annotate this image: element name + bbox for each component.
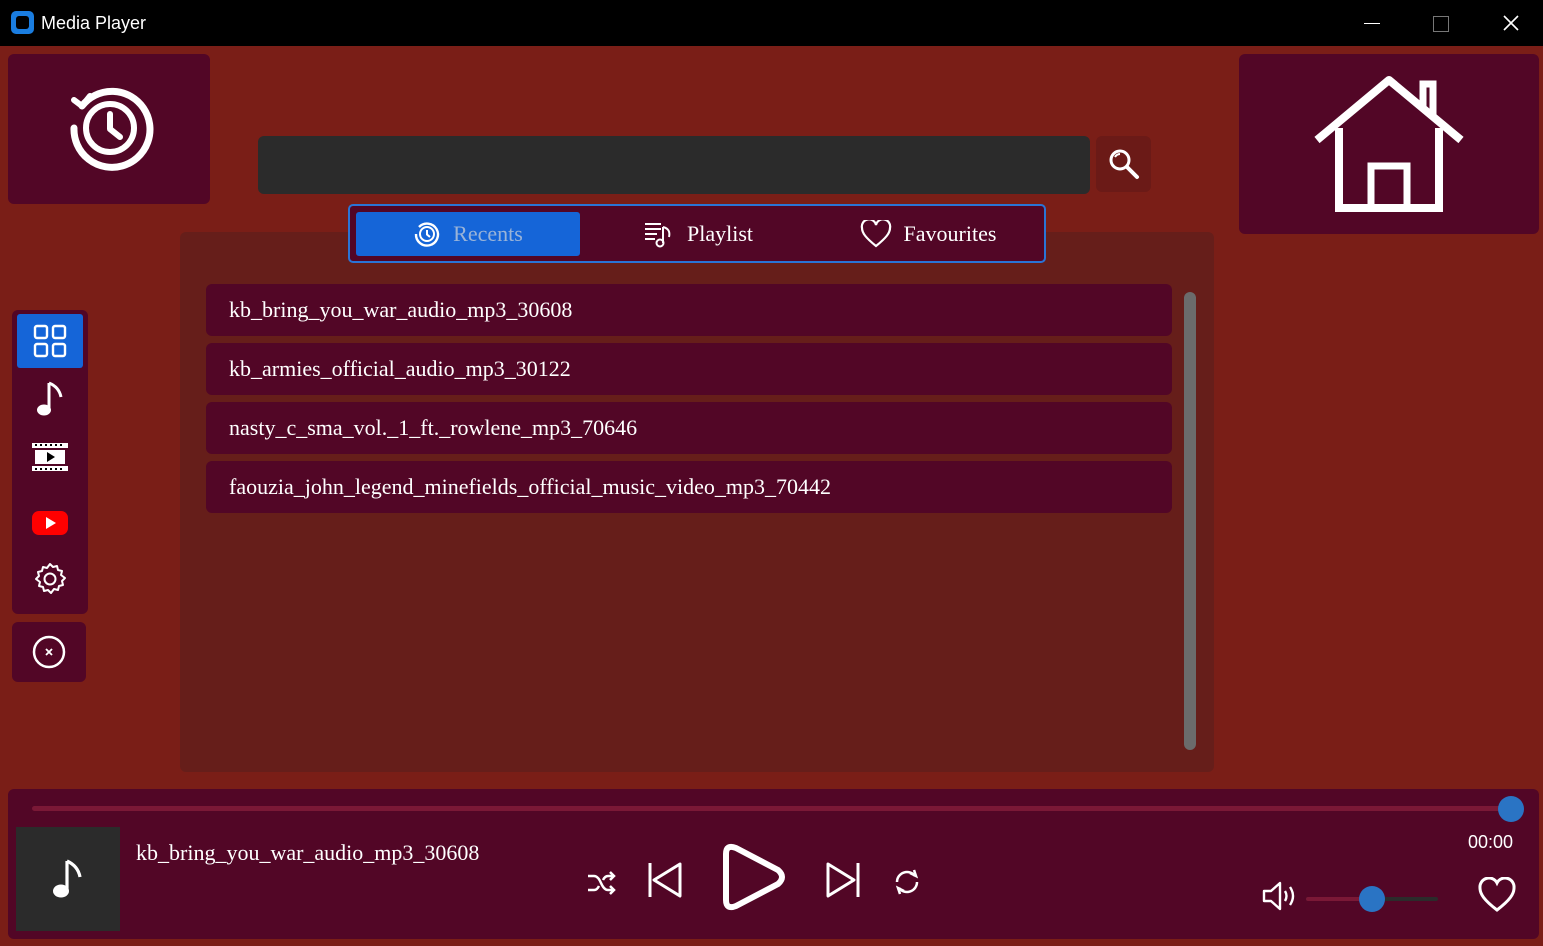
close-icon <box>1503 15 1519 31</box>
tab-recents-label: Recents <box>453 221 523 246</box>
tab-recents[interactable]: Recents <box>356 212 580 256</box>
tab-bar: Recents Playlist Favourites <box>348 204 1046 263</box>
tab-playlist[interactable]: Playlist <box>586 212 810 256</box>
music-note-icon <box>37 381 63 416</box>
track-title: kb_bring_you_war_audio_mp3_30608 <box>229 297 573 322</box>
volume-handle[interactable] <box>1359 886 1385 912</box>
repeat-button[interactable] <box>890 866 924 898</box>
album-art <box>16 827 120 931</box>
close-circle-icon <box>32 635 66 669</box>
play-icon <box>723 843 785 911</box>
repeat-icon <box>895 869 919 895</box>
exit-button[interactable] <box>12 622 86 682</box>
sidebar-item-youtube[interactable] <box>17 496 83 550</box>
film-icon <box>32 443 68 471</box>
sidebar-item-dashboard[interactable] <box>17 314 83 368</box>
recent-history-button[interactable] <box>8 54 210 204</box>
close-button[interactable] <box>1476 0 1543 46</box>
gear-icon <box>35 563 66 594</box>
skip-next-icon <box>826 862 860 898</box>
title-bar: Media Player <box>0 0 1543 46</box>
track-title: nasty_c_sma_vol._1_ft._rowlene_mp3_70646 <box>229 415 638 440</box>
history-icon <box>70 87 154 171</box>
play-button[interactable] <box>716 838 790 916</box>
seek-handle[interactable] <box>1498 796 1524 822</box>
grid-icon <box>33 324 67 358</box>
sidebar-item-video[interactable] <box>17 430 83 484</box>
sidebar-item-settings[interactable] <box>17 552 83 606</box>
track-title: kb_armies_official_audio_mp3_30122 <box>229 356 571 381</box>
previous-button[interactable] <box>644 858 686 902</box>
playlist-icon <box>644 223 671 248</box>
list-item[interactable]: kb_bring_you_war_audio_mp3_30608 <box>206 284 1172 336</box>
maximize-button[interactable] <box>1406 0 1476 46</box>
tab-favourites-label: Favourites <box>903 221 997 246</box>
seek-bar[interactable] <box>32 806 1510 811</box>
volume-icon <box>1262 881 1295 911</box>
favourite-button[interactable] <box>1476 876 1518 914</box>
next-button[interactable] <box>822 858 864 902</box>
time-display: 00:00 <box>1468 832 1514 852</box>
home-icon <box>1314 76 1464 212</box>
history-icon <box>414 222 440 247</box>
youtube-icon <box>32 511 68 535</box>
search-input[interactable] <box>258 136 1090 194</box>
list-item[interactable]: nasty_c_sma_vol._1_ft._rowlene_mp3_70646 <box>206 402 1172 454</box>
search-icon <box>1109 149 1139 179</box>
sidebar-item-music[interactable] <box>17 372 83 426</box>
list-item[interactable]: faouzia_john_legend_minefields_official_… <box>206 461 1172 513</box>
scrollbar[interactable] <box>1184 292 1196 750</box>
shuffle-icon <box>588 871 616 895</box>
heart-icon <box>860 220 891 248</box>
app-logo-icon <box>11 11 34 34</box>
window-title: Media Player <box>41 13 147 33</box>
tab-playlist-label: Playlist <box>686 221 753 246</box>
skip-previous-icon <box>648 862 682 898</box>
tab-favourites[interactable]: Favourites <box>816 212 1040 256</box>
shuffle-button[interactable] <box>584 866 618 900</box>
heart-icon <box>1478 877 1516 912</box>
now-playing-title: kb_bring_you_war_audio_mp3_30608 <box>136 840 480 865</box>
track-title: faouzia_john_legend_minefields_official_… <box>229 474 832 499</box>
music-note-icon <box>53 859 82 898</box>
list-item[interactable]: kb_armies_official_audio_mp3_30122 <box>206 343 1172 395</box>
volume-button[interactable] <box>1262 878 1300 914</box>
minimize-button[interactable] <box>1336 0 1406 46</box>
search-button[interactable] <box>1096 136 1151 192</box>
sidebar <box>12 310 88 614</box>
home-button[interactable] <box>1239 54 1539 234</box>
